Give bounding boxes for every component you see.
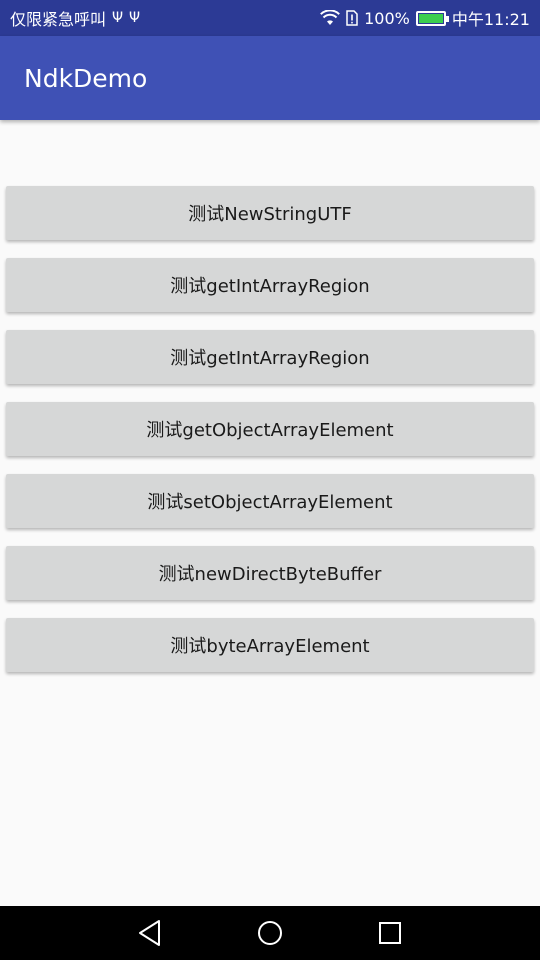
home-icon: [258, 921, 282, 945]
recents-icon: [379, 922, 401, 944]
app-title: NdkDemo: [24, 63, 148, 93]
navigation-bar: [0, 906, 540, 960]
back-icon: [139, 920, 160, 946]
status-bar: 仅限紧急呼叫 Ψ Ψ 100% 中午11:21: [0, 0, 540, 36]
get-object-array-element-button[interactable]: 测试getObjectArrayElement: [6, 402, 534, 456]
app-bar: NdkDemo: [0, 36, 540, 120]
sim-alert-icon: [346, 10, 358, 26]
get-int-array-region-button[interactable]: 测试getIntArrayRegion: [6, 258, 534, 312]
usb-icon: Ψ: [112, 10, 124, 26]
battery-icon: [415, 10, 449, 26]
recents-button[interactable]: [370, 913, 410, 953]
status-left: 仅限紧急呼叫 Ψ Ψ: [10, 6, 140, 30]
clock: 中午11:21: [451, 10, 530, 29]
carrier-text: 仅限紧急呼叫: [10, 10, 107, 29]
battery-fill: [418, 13, 443, 23]
button-list: 测试NewStringUTF 测试getIntArrayRegion 测试get…: [0, 186, 540, 690]
set-object-array-element-button[interactable]: 测试setObjectArrayElement: [6, 474, 534, 528]
back-button[interactable]: [130, 913, 170, 953]
new-string-utf-button[interactable]: 测试NewStringUTF: [6, 186, 534, 240]
battery-percent: 100%: [364, 8, 410, 28]
byte-array-element-button[interactable]: 测试byteArrayElement: [6, 618, 534, 672]
get-int-array-region-button-2[interactable]: 测试getIntArrayRegion: [6, 330, 534, 384]
home-button[interactable]: [250, 913, 290, 953]
wifi-icon: [320, 10, 341, 25]
status-right: 100% 中午11:21: [320, 6, 530, 30]
new-direct-byte-buffer-button[interactable]: 测试newDirectByteBuffer: [6, 546, 534, 600]
usb-icon: Ψ: [129, 10, 141, 26]
